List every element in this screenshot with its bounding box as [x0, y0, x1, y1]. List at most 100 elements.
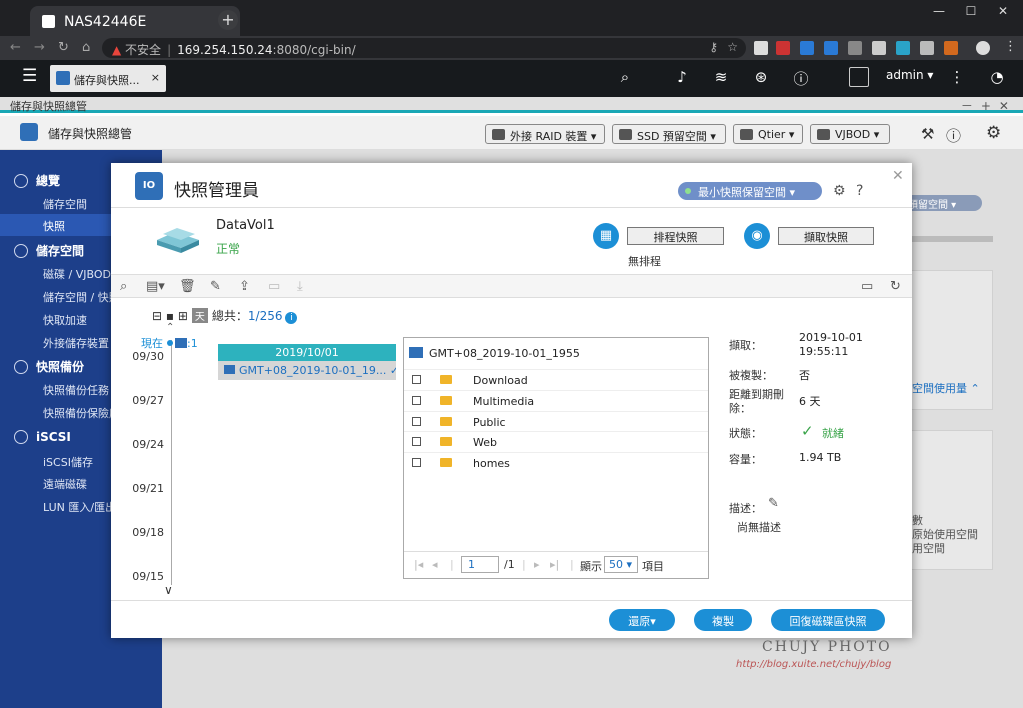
items-per-page-select[interactable]: 50 ▾ [604, 556, 638, 573]
vjbod-icon [817, 129, 830, 140]
security-label: 不安全 [125, 43, 162, 57]
external-raid-button[interactable]: 外接 RAID 裝置 ▾ [485, 124, 605, 144]
extension-icon[interactable] [800, 41, 814, 55]
timeline-expand-controls[interactable]: ⊟ ▪ ⊞ [152, 309, 188, 323]
timeline-now-marker [167, 340, 173, 346]
expiry-value: 6 天 [799, 395, 821, 408]
notification-icon[interactable]: ⓘ [790, 68, 812, 89]
home-icon[interactable]: ⌂ [82, 40, 90, 55]
browser-tab[interactable]: NAS42446E × [30, 6, 240, 36]
row-checkbox[interactable] [412, 437, 421, 446]
close-window-button[interactable]: ✕ [988, 4, 1018, 18]
row-checkbox[interactable] [412, 396, 421, 405]
extension-icon[interactable] [754, 41, 768, 55]
url-bar[interactable]: ▲ 不安全 | 169.254.150.24:8080/cgi-bin/ ⚷ ☆ [102, 38, 746, 58]
take-snapshot-button[interactable]: 擷取快照 [778, 227, 874, 245]
extension-icon[interactable] [872, 41, 886, 55]
adblock-icon[interactable] [776, 41, 790, 55]
storage-app-logo-icon [20, 123, 38, 141]
background-reserve-pill[interactable]: 預留空間 ▾ [900, 195, 982, 211]
admin-menu[interactable]: admin ▾ [886, 68, 933, 82]
extension-icon[interactable] [896, 41, 910, 55]
qtier-button[interactable]: Qtier ▾ [733, 124, 803, 144]
profile-avatar[interactable] [976, 41, 990, 55]
external-device-icon[interactable]: ⊛ [750, 68, 772, 86]
dialog-close-icon[interactable]: ✕ [892, 168, 904, 184]
status-value: 就緒 [822, 427, 844, 440]
clone-button[interactable]: 複製 [694, 609, 752, 631]
min-snapshot-reserve-button[interactable]: 最小快照保留空間 ▾ [678, 182, 822, 200]
extension-icon[interactable] [944, 41, 958, 55]
row-checkbox[interactable] [412, 375, 421, 384]
close-app-tab-icon[interactable]: × [151, 71, 160, 84]
sidebar-group-storage[interactable]: 儲存空間 [14, 242, 84, 259]
timeline-scroll-up-icon[interactable]: ⌃ [166, 322, 174, 333]
browser-menu-icon[interactable]: ⋮ [1004, 39, 1017, 54]
dashboard-icon[interactable]: ◔ [986, 68, 1008, 86]
timeline-unit[interactable]: 天 [191, 308, 208, 323]
tools-icon[interactable]: ⚒ [921, 125, 934, 143]
sidebar-group-snapshot-backup[interactable]: 快照備份 [14, 358, 84, 375]
info-icon[interactable]: i [285, 312, 298, 324]
window-view-icon[interactable]: ▭ [861, 279, 873, 294]
items-label: 項目 [642, 560, 664, 573]
app-tab-storage[interactable]: 儲存與快照... × [50, 65, 166, 92]
extension-icon[interactable] [920, 41, 934, 55]
window-controls[interactable]: －+✕ [961, 97, 1017, 114]
file-row[interactable]: Web [404, 431, 708, 451]
file-row[interactable]: homes [404, 452, 708, 472]
row-checkbox[interactable] [412, 417, 421, 426]
minimize-window-button[interactable]: — [924, 4, 954, 18]
dialog-settings-icon[interactable]: ⚙ [833, 183, 846, 199]
timeline-scroll-down-icon[interactable]: ∨ [164, 583, 173, 597]
restore-button[interactable]: 還原▾ [609, 609, 675, 631]
settings-gear-icon[interactable]: ⚙ [986, 123, 1001, 143]
edit-description-icon[interactable]: ✎ [768, 496, 779, 511]
view-mode-icon[interactable]: ▤▾ [146, 279, 165, 294]
reload-icon[interactable]: ↻ [58, 40, 69, 55]
refresh-icon[interactable]: ↻ [890, 279, 901, 294]
sidebar-group-iscsi[interactable]: iSCSI [14, 430, 71, 444]
vjbod-button[interactable]: VJBOD ▾ [810, 124, 890, 144]
sidebar-group-overview[interactable]: 總覽 [14, 172, 60, 189]
extension-icon[interactable] [848, 41, 862, 55]
file-row[interactable]: Multimedia [404, 390, 708, 410]
page-number-input[interactable]: 1 [461, 556, 499, 573]
timeline-now-label: 現在 [141, 337, 163, 350]
file-name: Web [473, 436, 497, 449]
options-icon[interactable]: ⋮ [946, 68, 968, 86]
snapshot-date-header: 2019/10/01 [218, 344, 396, 361]
forward-icon[interactable]: → [34, 40, 45, 55]
timeline-date: 09/21 [132, 482, 164, 495]
ssd-overprovision-button[interactable]: SSD 預留空間 ▾ [612, 124, 726, 144]
divider [111, 600, 912, 601]
new-tab-button[interactable]: + [218, 10, 238, 30]
background-tasks-icon[interactable]: ≋ [710, 68, 732, 86]
background-usage-link[interactable]: 空間使用量 ⌃ [912, 380, 980, 396]
prev-page-icon: ◂ [432, 558, 438, 571]
extension-icon[interactable] [824, 41, 838, 55]
help-icon[interactable]: ⓘ [946, 125, 961, 146]
export-icon[interactable]: ⇪ [239, 279, 250, 294]
user-avatar-icon[interactable] [849, 67, 869, 87]
dialog-help-icon[interactable]: ? [856, 183, 863, 199]
volume-icon[interactable]: ♪ [671, 68, 693, 86]
revert-volume-button[interactable]: 回復磁碟區快照 [771, 609, 885, 631]
raid-icon [492, 129, 505, 140]
file-row[interactable]: Download [404, 369, 708, 389]
star-icon[interactable]: ☆ [727, 40, 738, 54]
search-icon[interactable]: ⌕ [120, 279, 127, 294]
search-icon[interactable]: ⌕ [614, 68, 636, 86]
main-menu-icon[interactable]: ☰ [22, 66, 37, 86]
key-icon[interactable]: ⚷ [709, 40, 718, 54]
timeline-snapshot-count[interactable]: :1 [175, 337, 198, 350]
row-checkbox[interactable] [412, 458, 421, 467]
maximize-window-button[interactable]: ☐ [956, 4, 986, 18]
description-value: 尚無描述 [737, 521, 781, 534]
schedule-snapshot-button[interactable]: 排程快照 [627, 227, 724, 245]
snapshot-list-item[interactable]: GMT+08_2019-10-01_19... ✓ [218, 361, 396, 380]
back-icon[interactable]: ← [10, 40, 21, 55]
file-row[interactable]: Public [404, 411, 708, 431]
delete-icon[interactable]: 🗑 [179, 279, 196, 294]
edit-icon[interactable]: ✎ [210, 279, 221, 294]
